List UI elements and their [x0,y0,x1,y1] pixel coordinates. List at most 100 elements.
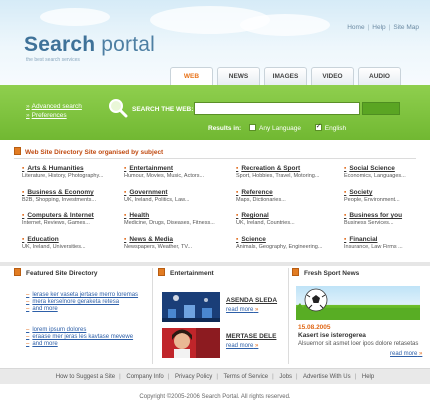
category-link[interactable]: ▪ Health [124,212,224,219]
preferences-label: Preferences [31,112,67,119]
category-name: Entertainment [129,165,174,172]
category-name: Health [129,212,150,219]
footer-link-advertise[interactable]: Advertise With Us [303,374,351,380]
read-more-link[interactable]: read more » [226,307,258,313]
category-name: Society [349,189,373,196]
footer-link-help[interactable]: Help [362,374,374,380]
home-link[interactable]: Home [347,24,364,31]
divider [288,268,289,364]
footer-link-suggest[interactable]: How to Suggest a Site [56,374,115,380]
read-more-text: read more [390,351,418,357]
tab-web[interactable]: WEB [170,67,213,86]
tab-audio[interactable]: AUDIO [358,67,401,85]
preferences-link[interactable]: » Preferences [26,112,82,119]
entertainment-image-2[interactable] [162,328,220,358]
category-subtopics: Business Services... [344,220,394,226]
directory-category: ▪ Recreation & Sport Sport, Hobbies, Trave… [236,165,336,179]
read-more-link[interactable]: read more » [226,343,258,349]
option-english[interactable]: English [314,122,347,132]
copyright: Copyright ©2005-2006 Search Portal. All … [139,394,291,400]
any-language-checkbox[interactable] [249,124,257,131]
featured-link[interactable]: – eraase mer jeras les kavtase mevewe [26,334,144,340]
category-name: Regional [241,212,269,219]
site-map-link[interactable]: Site Map [393,24,419,31]
english-checkbox[interactable] [314,122,322,131]
footer-nav: How to Suggest a Site | Company Info | Pri… [0,368,430,384]
category-subtopics: Economics, Languages... [344,173,406,179]
tab-news[interactable]: NEWS [217,67,260,85]
category-subtopics: UK, Ireland, Countries... [236,220,295,226]
cloud-decoration [240,14,330,36]
dash-icon: – [26,299,30,305]
directory-category: ▪ Computers & Internet Internet, Reviews, … [22,212,122,226]
arrow-icon: » [255,307,259,313]
bullet-icon: ▪ [236,212,239,219]
category-link[interactable]: ▪ Business for you [344,212,430,219]
search-button[interactable] [362,102,400,115]
book-icon [292,268,299,276]
category-link[interactable]: ▪ Social Science [344,165,430,172]
category-link[interactable]: ▪ Reference [236,189,336,196]
category-name: Government [129,189,168,196]
read-more-link[interactable]: read more » [390,351,422,357]
category-link[interactable]: ▪ Regional [236,212,336,219]
category-link[interactable]: ▪ Business & Economy [22,189,122,196]
read-more-text: read more [226,343,254,349]
category-link[interactable]: ▪ News & Media [124,236,224,243]
arrow-icon: » [26,112,30,119]
sport-headline[interactable]: Kasert ise isterogerea [298,332,366,339]
advanced-search-link[interactable]: » Advanced search [26,103,82,110]
tab-images[interactable]: IMAGES [264,67,307,85]
search-input[interactable] [194,102,360,115]
footer-link-company[interactable]: Company Info [126,374,163,380]
featured-link-text: mera kerselnore geraketa retesa [32,299,120,305]
arrow-icon: » [26,103,30,110]
featured-link[interactable]: – lorem ipsum dolores [26,327,144,333]
entertainment-item-title[interactable]: ASENDA SLEDA [226,297,277,304]
category-link[interactable]: ▪ Education [22,236,122,243]
tab-video[interactable]: VIDEO [311,67,354,85]
featured-link[interactable]: – mera kerselnore geraketa retesa [26,299,144,305]
directory-category: ▪ Government UK, Ireland, Politics, Law... [124,189,224,203]
english-label: English [324,125,347,132]
featured-link[interactable]: – and more [26,341,144,347]
bullet-icon: ▪ [236,189,239,196]
category-subtopics: Literature, History, Photography... [22,173,104,179]
arrow-icon: » [419,351,423,357]
separator: | [272,374,274,380]
logo-tagline: the best search services [26,57,80,63]
bullet-icon: ▪ [22,189,25,196]
footer-link-privacy[interactable]: Privacy Policy [175,374,212,380]
category-name: News & Media [129,236,174,243]
category-link[interactable]: ▪ Computers & Internet [22,212,122,219]
help-link[interactable]: Help [372,24,385,31]
featured-link[interactable]: – and more [26,306,144,312]
bullet-icon: ▪ [236,165,239,172]
option-any-language[interactable]: Any Language [249,124,301,132]
category-link[interactable]: ▪ Entertainment [124,165,224,172]
category-link[interactable]: ▪ Society [344,189,430,196]
directory-category: ▪ Regional UK, Ireland, Countries... [236,212,336,226]
footer-link-terms[interactable]: Terms of Service [223,374,268,380]
category-subtopics: UK, Ireland, Politics, Law... [124,197,190,203]
category-subtopics: Sport, Hobbies, Travel, Motoring... [236,173,320,179]
featured-link[interactable]: – lerase ker vaseta jertase merro loremas [26,292,144,298]
category-link[interactable]: ▪ Government [124,189,224,196]
entertainment-image-1[interactable] [162,292,220,322]
featured-title: Featured Site Directory [14,268,144,282]
category-subtopics: Newspapers, Weather, TV... [124,244,193,250]
separator: | [354,374,357,380]
category-link[interactable]: ▪ Science [236,236,336,243]
bullet-icon: ▪ [22,236,25,243]
category-link[interactable]: ▪ Arts & Humanities [22,165,122,172]
featured-link-text: lorem ipsum dolores [32,327,87,333]
footer-link-jobs[interactable]: Jobs [279,374,292,380]
soccer-ball-icon [296,288,420,320]
category-link[interactable]: ▪ Recreation & Sport [236,165,336,172]
dash-icon: – [26,292,30,298]
directory-title-text: Web Site Directory Site organised by sub… [25,149,164,156]
sport-image[interactable] [296,286,420,320]
logo[interactable]: Search portal [24,33,155,57]
entertainment-item-title[interactable]: MERTASE DELE [226,333,276,340]
category-link[interactable]: ▪ Financial [344,236,430,243]
